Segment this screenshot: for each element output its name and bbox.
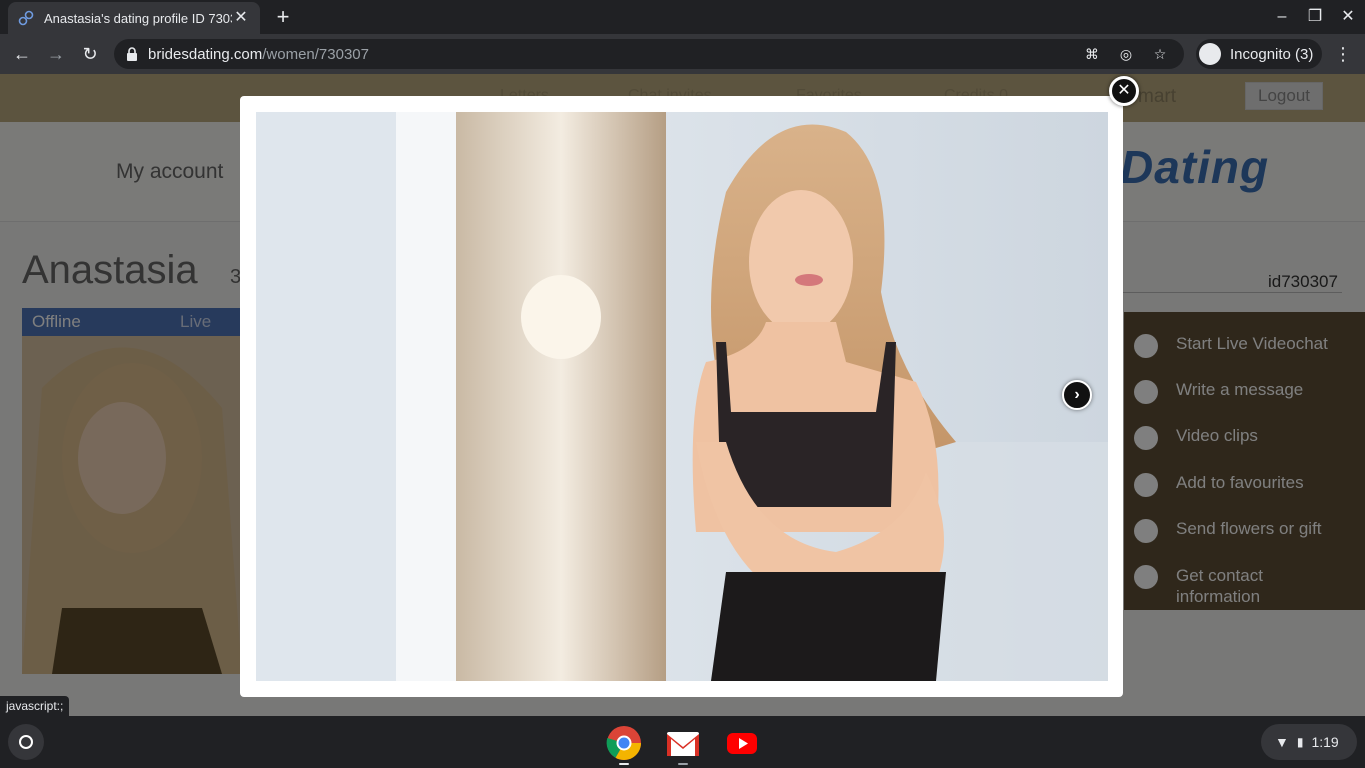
site-favicon-icon — [18, 10, 34, 26]
tab-strip: Anastasia's dating profile ID 730307 ✕ +… — [0, 0, 1365, 34]
lock-icon — [127, 47, 137, 61]
restore-icon[interactable]: ❐ — [1303, 6, 1327, 28]
system-tray[interactable]: ▼ ▮ 1:19 — [1261, 724, 1357, 760]
lightbox-image — [256, 112, 1108, 681]
translate-icon[interactable]: ⌘ — [1082, 44, 1102, 64]
reload-icon[interactable]: ↻ — [78, 42, 102, 66]
url-text: bridesdating.com/women/730307 — [148, 45, 369, 63]
photo-lightbox — [240, 96, 1123, 697]
browser-tab[interactable]: Anastasia's dating profile ID 730307 ✕ — [8, 2, 260, 34]
window-close-icon[interactable]: ✕ — [1336, 6, 1360, 28]
eye-off-icon[interactable]: ◎ — [1116, 44, 1136, 64]
tab-title: Anastasia's dating profile ID 730307 — [44, 10, 232, 26]
new-tab-button[interactable]: + — [272, 6, 294, 28]
os-shelf: ▼ ▮ 1:19 — [0, 716, 1365, 768]
battery-icon: ▮ — [1296, 735, 1304, 749]
running-indicator — [619, 763, 629, 765]
bookmark-star-icon[interactable]: ☆ — [1150, 44, 1170, 64]
incognito-label: Incognito (3) — [1230, 45, 1314, 63]
lightbox-photo — [256, 112, 1108, 681]
minimize-icon[interactable]: – — [1270, 6, 1294, 28]
lightbox-next-button[interactable]: › — [1062, 380, 1092, 410]
address-bar[interactable]: bridesdating.com/women/730307 ⌘ ◎ ☆ — [114, 39, 1184, 69]
youtube-icon[interactable] — [723, 724, 761, 762]
incognito-icon — [1199, 43, 1221, 65]
gmail-icon[interactable] — [664, 724, 702, 762]
status-url: javascript:; — [0, 696, 70, 716]
running-indicator — [678, 763, 688, 765]
browser-toolbar: ← → ↻ bridesdating.com/women/730307 ⌘ ◎ … — [0, 34, 1365, 74]
clock: 1:19 — [1311, 734, 1339, 750]
menu-dots-icon[interactable]: ⋮ — [1334, 42, 1352, 66]
lightbox-close-button[interactable]: ✕ — [1109, 76, 1139, 106]
forward-arrow-icon[interactable]: → — [44, 42, 68, 66]
chrome-icon[interactable] — [605, 724, 643, 762]
tab-close-icon[interactable]: ✕ — [232, 9, 250, 27]
incognito-button[interactable]: Incognito (3) — [1196, 39, 1322, 69]
back-arrow-icon[interactable]: ← — [10, 42, 34, 66]
wifi-icon: ▼ — [1275, 734, 1289, 750]
launcher-icon[interactable] — [8, 724, 44, 760]
